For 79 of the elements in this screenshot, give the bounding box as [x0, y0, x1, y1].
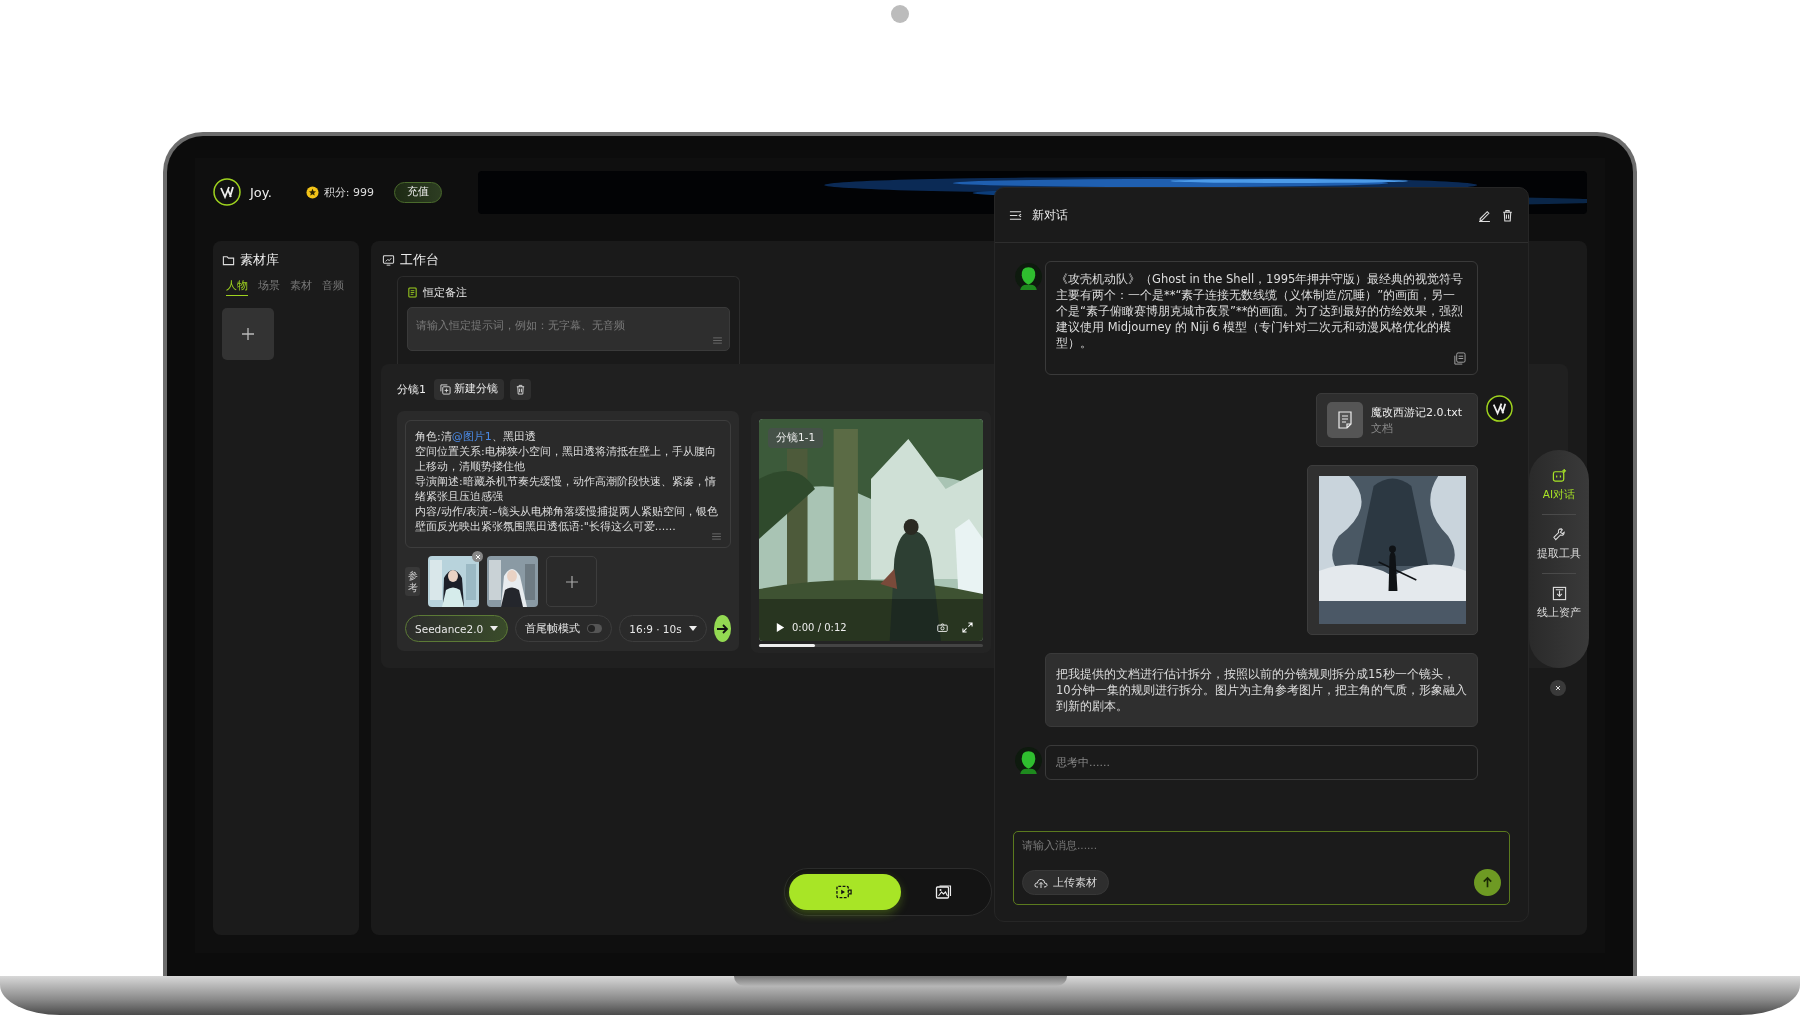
arrow-up-icon: [1481, 876, 1494, 889]
message-text: 《攻壳机动队》（Ghost in the Shell，1995年押井守版）最经典的视觉符号主要有两个：一个是**“素子连接无数线缆（义体制造/沉睡）”的画面，另一个是“素子俯瞰赛博朋克城市夜景”**的画面。为了达到最好的仿绘效果，强烈建议使用 Midjourney 的 Niji 6 模型（专门针对二次元和动漫风格优化的模型）。: [1056, 271, 1465, 351]
trash-icon: [515, 383, 526, 395]
prompt-line: 导演阐述:暗藏杀机节奏先缓慢，动作高潮阶段快速、紧凑，情绪紧张且压迫感强: [415, 474, 717, 504]
cloud-upload-icon: [1034, 876, 1048, 889]
progress-bar[interactable]: [759, 644, 983, 647]
remove-button[interactable]: [472, 551, 483, 562]
image-icon: [935, 885, 953, 899]
plus-icon: [564, 574, 579, 589]
monitor-icon: [382, 253, 395, 267]
prompt-line: 内容/动作/表演:–镜头从电梯角落缓慢捕捉两人紧贴空间，银色壁面反光映出紧张氛围黑田透低语:"长得这么可爱......: [415, 504, 719, 534]
upload-button[interactable]: 上传素材: [1022, 870, 1109, 895]
prompt-line: 空间位置关系:电梯狭小空间，黑田透将清抵在壁上，手从腰向上移动，清顺势搂住他: [415, 444, 717, 474]
storyboard-title: 分镜1: [397, 381, 426, 397]
thinking-text: 思考中......: [1056, 755, 1110, 770]
shot-tag: 分镜1-1: [768, 428, 824, 448]
trash-icon[interactable]: [1501, 208, 1514, 222]
toolbar-item[interactable]: 提取工具: [1537, 523, 1581, 565]
camera-icon[interactable]: [937, 622, 948, 633]
user-avatar: [1486, 395, 1513, 422]
generate-button[interactable]: [713, 615, 731, 642]
chat-title: 新对话: [1032, 206, 1068, 224]
model-dropdown[interactable]: Seedance2.0: [405, 615, 509, 642]
resize-icon: [713, 337, 722, 344]
video-icon: [836, 885, 854, 899]
assistant-avatar: [1015, 747, 1042, 774]
category-tab[interactable]: 人物: [226, 279, 248, 296]
caret-icon: [688, 626, 697, 631]
resize-icon: [712, 533, 721, 540]
note-icon: [407, 287, 418, 298]
camera-dot: [891, 5, 909, 23]
toolbar-item[interactable]: AI对话: [1542, 464, 1576, 506]
edit-icon[interactable]: [1478, 208, 1491, 222]
message-input-field[interactable]: 请输入消息...... 上传素材: [1013, 831, 1510, 905]
logo-icon: [213, 178, 241, 206]
frame-mode-toggle[interactable]: 首尾帧模式: [515, 615, 613, 642]
arrow-right-icon: [715, 621, 730, 636]
file-type: 文档: [1371, 421, 1394, 436]
prompt-field[interactable]: 角色:清@图片1、黑田透 空间位置关系:电梯狭小空间，黑田透将清抵在壁上，手从腰向上移动，清顺势搂住他 导演阐述:暗藏杀机节奏先缓慢，动作高潮阶段快速、紧凑，情绪紧张且压迫感强 内容/动作/表演:–镜头从电梯角落缓慢捕捉两人紧贴空间，银色壁面反光映出紧张氛围黑田透低语:"长得这么可爱......: [405, 420, 731, 548]
play-icon[interactable]: [775, 622, 786, 633]
category-tab[interactable]: 音频: [322, 279, 344, 296]
assistant-avatar: [1015, 263, 1042, 290]
points-count: 积分: 999: [323, 184, 374, 200]
panel-title: 素材库: [240, 251, 279, 269]
toggle-switch[interactable]: [587, 624, 603, 633]
document-icon: [1337, 411, 1353, 429]
delete-button[interactable]: [510, 378, 531, 400]
download-box-icon: [1551, 586, 1567, 601]
user-name: Joy.: [250, 184, 272, 200]
chat-bot-icon: [1551, 468, 1567, 483]
category-tab[interactable]: 场景: [258, 279, 280, 296]
new-storyboard-button[interactable]: 新建分镜: [434, 378, 504, 400]
menu-icon[interactable]: [1009, 208, 1022, 222]
plus-icon: [241, 327, 255, 341]
close-icon: [1554, 684, 1562, 692]
mode-button[interactable]: [789, 874, 901, 910]
panel-title: 工作台: [400, 251, 439, 269]
folder-icon: [222, 253, 235, 267]
close-icon: [473, 552, 482, 561]
star-coin-icon: [305, 185, 319, 199]
category-tab[interactable]: 素材: [290, 279, 312, 296]
caret-icon: [490, 626, 499, 631]
wrench-icon: [1551, 527, 1567, 542]
send-button[interactable]: [1474, 869, 1501, 896]
fullscreen-icon[interactable]: [962, 622, 973, 633]
toolbar-item[interactable]: 线上资产: [1537, 582, 1581, 624]
reference-label: 参考: [405, 567, 420, 596]
file-attachment[interactable]: 魔改西游记2.0.txt 文档: [1316, 393, 1478, 447]
note-title: 恒定备注: [423, 285, 467, 300]
copy-plus-icon: [440, 383, 451, 395]
message-text: 把我提供的文档进行估计拆分，按照以前的分镜规则拆分成15秒一个镜头，10分钟一集的规则进行拆分。图片为主角参考图片，把主角的气质，形象融入到新的剧本。: [1056, 666, 1467, 714]
copy-icon[interactable]: [1453, 352, 1466, 365]
recharge-button[interactable]: 充值: [393, 181, 442, 203]
mention-link[interactable]: @图片1: [451, 430, 492, 443]
image-attachment[interactable]: [1307, 465, 1478, 635]
file-name: 魔改西游记2.0.txt: [1371, 404, 1463, 420]
prompt-line: 角色:清@图片1、黑田透: [415, 429, 537, 444]
video-time: 0:00 / 0:12: [792, 622, 847, 633]
ratio-dropdown[interactable]: 16:9 · 10s: [619, 615, 707, 642]
